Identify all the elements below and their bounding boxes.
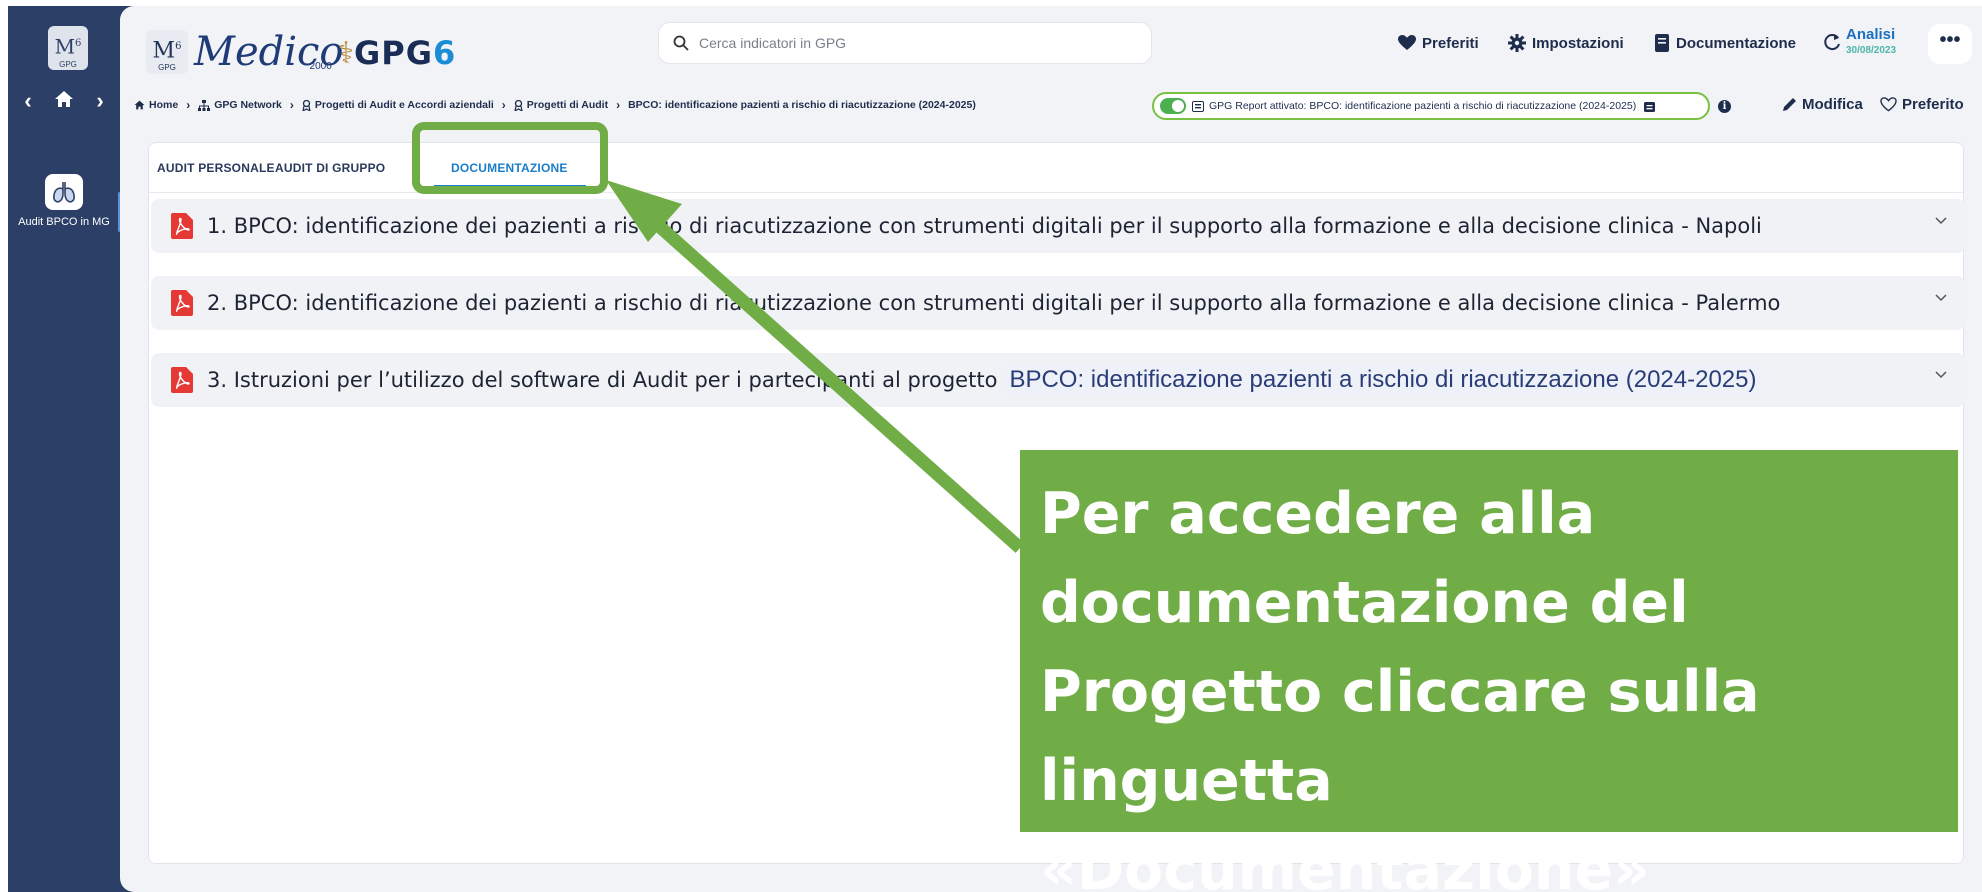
chevron-down-icon[interactable]	[1935, 217, 1947, 225]
breadcrumb-label: Home	[149, 99, 179, 111]
pdf-icon	[171, 367, 193, 393]
breadcrumb-label: GPG Network	[214, 99, 282, 111]
breadcrumb-label: Progetti di Audit	[526, 99, 609, 111]
breadcrumb-separator: ›	[186, 98, 191, 112]
sidebar-item-audit-bpco[interactable]: Audit BPCO in MG	[8, 174, 120, 254]
analisi-button[interactable]: Analisi 30/08/2023	[1822, 24, 1912, 64]
document-title: 3. Istruzioni per l’utilizzo del softwar…	[207, 368, 998, 392]
home-icon[interactable]	[50, 88, 78, 114]
logo-mark: M	[54, 34, 76, 59]
brand-gpg: GPG6	[354, 32, 456, 74]
breadcrumb-separator: ›	[616, 98, 621, 112]
lungs-icon	[45, 174, 83, 210]
report-text: GPG Report attivato: BPCO: identificazio…	[1209, 100, 1637, 112]
logo-sup: 6	[75, 38, 82, 49]
pencil-icon	[1783, 98, 1796, 111]
nav-label: Preferiti	[1422, 34, 1479, 52]
breadcrumb-separator: ›	[289, 98, 294, 112]
heart-outline-icon	[1880, 97, 1897, 112]
document-title: 2. BPCO: identificazione dei pazienti a …	[207, 291, 1781, 315]
modifica-label: Modifica	[1802, 96, 1863, 113]
breadcrumb-progetti-accordi[interactable]: Progetti di Audit e Accordi aziendali	[302, 99, 494, 111]
breadcrumb: Home › GPG Network › Progetti di Audit e…	[134, 98, 976, 112]
brand-gpg-num: 6	[432, 34, 457, 72]
home-icon	[134, 100, 145, 110]
m6-logo: M6 GPG	[146, 30, 188, 74]
nav-label: Impostazioni	[1532, 34, 1624, 52]
search-input[interactable]	[699, 35, 1119, 51]
analisi-date: 30/08/2023	[1846, 45, 1897, 56]
breadcrumb-progetti-audit[interactable]: Progetti di Audit	[514, 99, 608, 111]
app-logo[interactable]: M6 GPG	[48, 26, 88, 70]
sidebar-nav: ‹ ›	[14, 86, 114, 116]
breadcrumb-home[interactable]: Home	[134, 99, 178, 111]
annotation-text: Per accedere alla documentazione del Pro…	[1040, 481, 1760, 892]
sidebar-item-label: Audit BPCO in MG	[18, 216, 110, 228]
heart-icon	[1398, 35, 1416, 50]
breadcrumb-label: BPCO: identificazione pazienti a rischio…	[628, 99, 976, 111]
nav-preferiti[interactable]: Preferiti	[1398, 30, 1479, 56]
gear-icon	[1508, 34, 1526, 52]
annotation-highlight-box	[412, 122, 608, 194]
document-row-1[interactable]: 1. BPCO: identificazione dei pazienti a …	[151, 199, 1965, 253]
m6-sub: GPG	[158, 63, 176, 72]
breadcrumb-separator: ›	[501, 98, 506, 112]
info-icon[interactable]: i	[1718, 100, 1731, 113]
document-row-3[interactable]: 3. Istruzioni per l’utilizzo del softwar…	[151, 353, 1965, 407]
analisi-label: Analisi	[1846, 26, 1896, 43]
report-settings-icon[interactable]	[1644, 101, 1656, 112]
nav-label: Documentazione	[1676, 34, 1797, 52]
preferito-label: Preferito	[1902, 96, 1964, 113]
search-bar[interactable]	[658, 22, 1152, 64]
award-icon	[514, 99, 523, 111]
tab-audit-di-gruppo[interactable]: AUDIT DI GRUPPO	[275, 161, 385, 175]
more-menu-button[interactable]: •••	[1928, 24, 1972, 64]
m6-mark: M	[152, 38, 176, 64]
document-project-highlight: BPCO: identificazione pazienti a rischio…	[1003, 364, 1763, 396]
refresh-icon	[1824, 34, 1840, 51]
nav-documentazione[interactable]: Documentazione	[1654, 30, 1796, 56]
m6-sup: 6	[175, 41, 182, 52]
document-row-2[interactable]: 2. BPCO: identificazione dei pazienti a …	[151, 276, 1965, 330]
preferito-button[interactable]: Preferito	[1880, 96, 1964, 113]
sidebar: M6 GPG ‹ › Audit BPCO in MG	[8, 6, 122, 892]
chevron-left-icon[interactable]: ‹	[14, 88, 42, 114]
report-icon	[1192, 100, 1204, 112]
breadcrumb-current: BPCO: identificazione pazienti a rischio…	[628, 99, 976, 111]
nav-impostazioni[interactable]: Impostazioni	[1508, 30, 1624, 56]
book-icon	[1655, 34, 1669, 52]
more-icon: •••	[1939, 29, 1961, 51]
brand-gpg-text: GPG	[354, 34, 433, 72]
chevron-right-icon[interactable]: ›	[86, 88, 114, 114]
modifica-button[interactable]: Modifica	[1782, 96, 1863, 113]
annotation-callout: Per accedere alla documentazione del Pro…	[1020, 450, 1958, 892]
report-badge: GPG Report attivato: BPCO: identificazio…	[1152, 92, 1710, 120]
brand-year: 2000	[309, 61, 332, 72]
breadcrumb-gpg-network[interactable]: GPG Network	[198, 99, 282, 111]
network-icon	[198, 99, 211, 111]
report-toggle[interactable]	[1160, 98, 1186, 114]
stethoscope-icon: ⚕	[337, 37, 354, 70]
pdf-icon	[171, 213, 193, 239]
chevron-down-icon[interactable]	[1935, 294, 1947, 302]
breadcrumb-label: Progetti di Audit e Accordi aziendali	[314, 99, 494, 111]
document-title: 1. BPCO: identificazione dei pazienti a …	[207, 214, 1762, 238]
chevron-down-icon[interactable]	[1935, 371, 1947, 379]
tab-audit-personale[interactable]: AUDIT PERSONALE	[157, 161, 275, 175]
brand-logo[interactable]: M6 GPG Medico 2000 ⚕ GPG6	[146, 20, 456, 74]
search-icon	[673, 35, 689, 51]
pdf-icon	[171, 290, 193, 316]
logo-sub: GPG	[59, 60, 77, 69]
award-icon	[302, 99, 311, 111]
